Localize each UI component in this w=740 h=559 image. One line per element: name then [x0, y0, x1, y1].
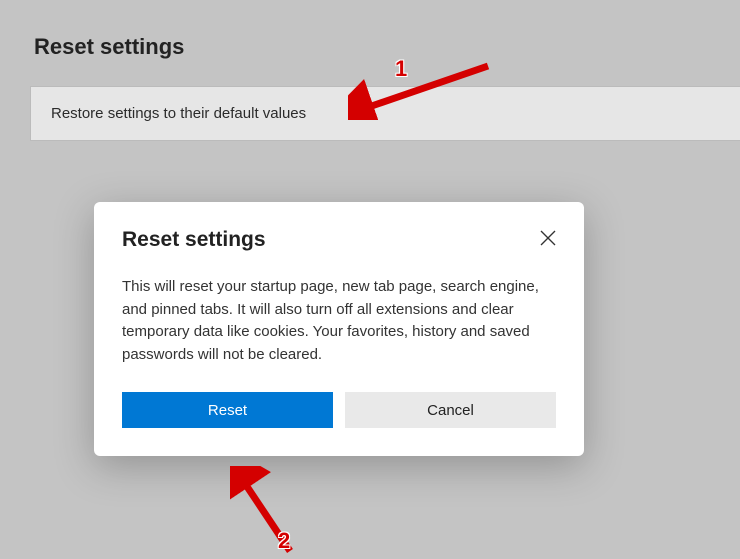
restore-settings-label: Restore settings to their default values	[51, 105, 306, 122]
annotation-number-2: 2	[278, 528, 290, 554]
annotation-arrow-2	[230, 466, 310, 556]
page-title: Reset settings	[0, 0, 740, 60]
dialog-body-text: This will reset your startup page, new t…	[122, 276, 556, 366]
dialog-actions: Reset Cancel	[122, 392, 556, 428]
reset-button[interactable]: Reset	[122, 392, 333, 428]
cancel-button[interactable]: Cancel	[345, 392, 556, 428]
dialog-header: Reset settings	[122, 228, 556, 254]
close-icon[interactable]	[530, 228, 556, 254]
restore-settings-row[interactable]: Restore settings to their default values	[30, 86, 740, 141]
reset-settings-dialog: Reset settings This will reset your star…	[94, 202, 584, 456]
dialog-title: Reset settings	[122, 228, 266, 252]
